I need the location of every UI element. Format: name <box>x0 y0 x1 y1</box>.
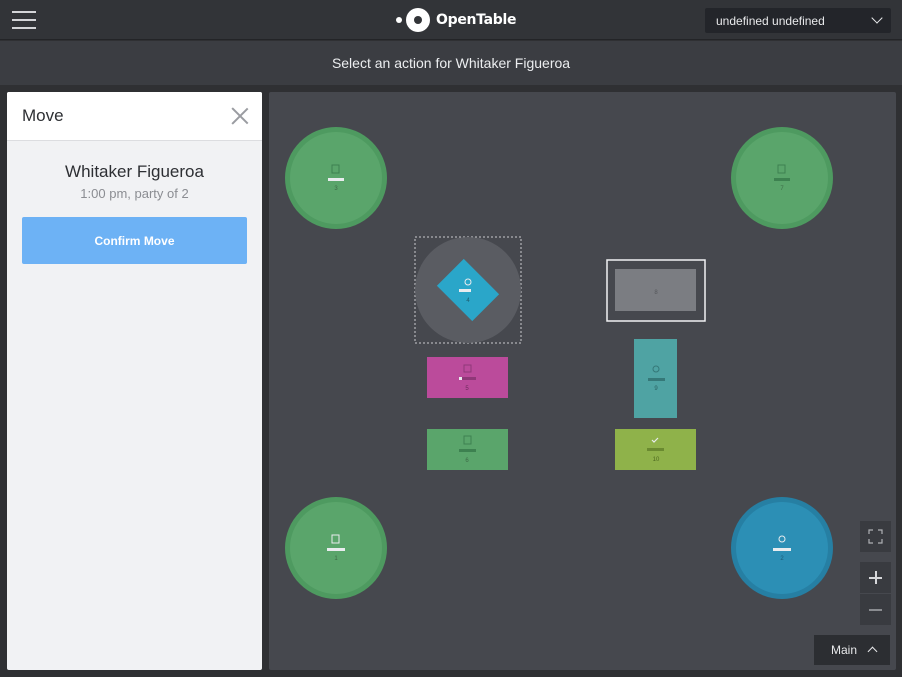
opentable-logo: OpenTable <box>396 8 517 32</box>
top-bar: OpenTable undefined undefined <box>0 0 902 40</box>
table-10[interactable]: 10 <box>615 429 696 470</box>
table-6[interactable]: 6 <box>427 429 508 470</box>
room-select-label: Main <box>831 643 858 657</box>
close-icon[interactable] <box>231 107 249 125</box>
user-select-dropdown[interactable]: undefined undefined <box>705 8 891 33</box>
user-select-value: undefined undefined <box>716 13 825 28</box>
table-number: 10 <box>653 457 660 463</box>
table-4[interactable]: 4 <box>414 236 522 344</box>
logo-text: OpenTable <box>436 12 517 28</box>
chevron-up-icon <box>867 646 878 657</box>
chevron-down-icon <box>871 12 883 24</box>
table-5[interactable]: 5 <box>427 357 508 398</box>
guest-detail: 1:00 pm, party of 2 <box>80 186 189 201</box>
zoom-out-icon[interactable] <box>860 594 891 625</box>
table-2[interactable]: 2 <box>731 497 833 599</box>
fullscreen-expand-icon[interactable] <box>860 521 891 552</box>
panel-header: Move <box>7 92 262 141</box>
panel-title: Move <box>22 106 64 125</box>
guest-name: Whitaker Figueroa <box>65 162 204 181</box>
table-7[interactable]: 7 <box>731 127 833 229</box>
room-select-button[interactable]: Main <box>814 635 890 665</box>
table-3[interactable]: 3 <box>285 127 387 229</box>
confirm-move-button[interactable]: Confirm Move <box>22 217 247 264</box>
table-8[interactable]: 8 <box>606 259 706 322</box>
action-bar-text: Select an action for Whitaker Figueroa <box>331 55 571 71</box>
table-9[interactable]: 9 <box>634 339 677 418</box>
confirm-move-label: Confirm Move <box>94 233 175 248</box>
zoom-in-icon[interactable] <box>860 562 891 593</box>
table-1[interactable]: 1 <box>285 497 387 599</box>
floor-plan-canvas: 3 7 4 8 5 9 6 10 1 2 <box>285 127 833 599</box>
floor-plan: 3 7 4 8 5 9 6 10 1 2 <box>269 92 896 670</box>
logo-ring-icon <box>406 8 430 32</box>
hamburger-menu-icon[interactable] <box>12 10 36 30</box>
logo-dot-icon <box>396 17 402 23</box>
move-panel: Move Whitaker Figueroa 1:00 pm, party of… <box>7 92 262 670</box>
action-bar: Select an action for Whitaker Figueroa <box>0 41 902 85</box>
